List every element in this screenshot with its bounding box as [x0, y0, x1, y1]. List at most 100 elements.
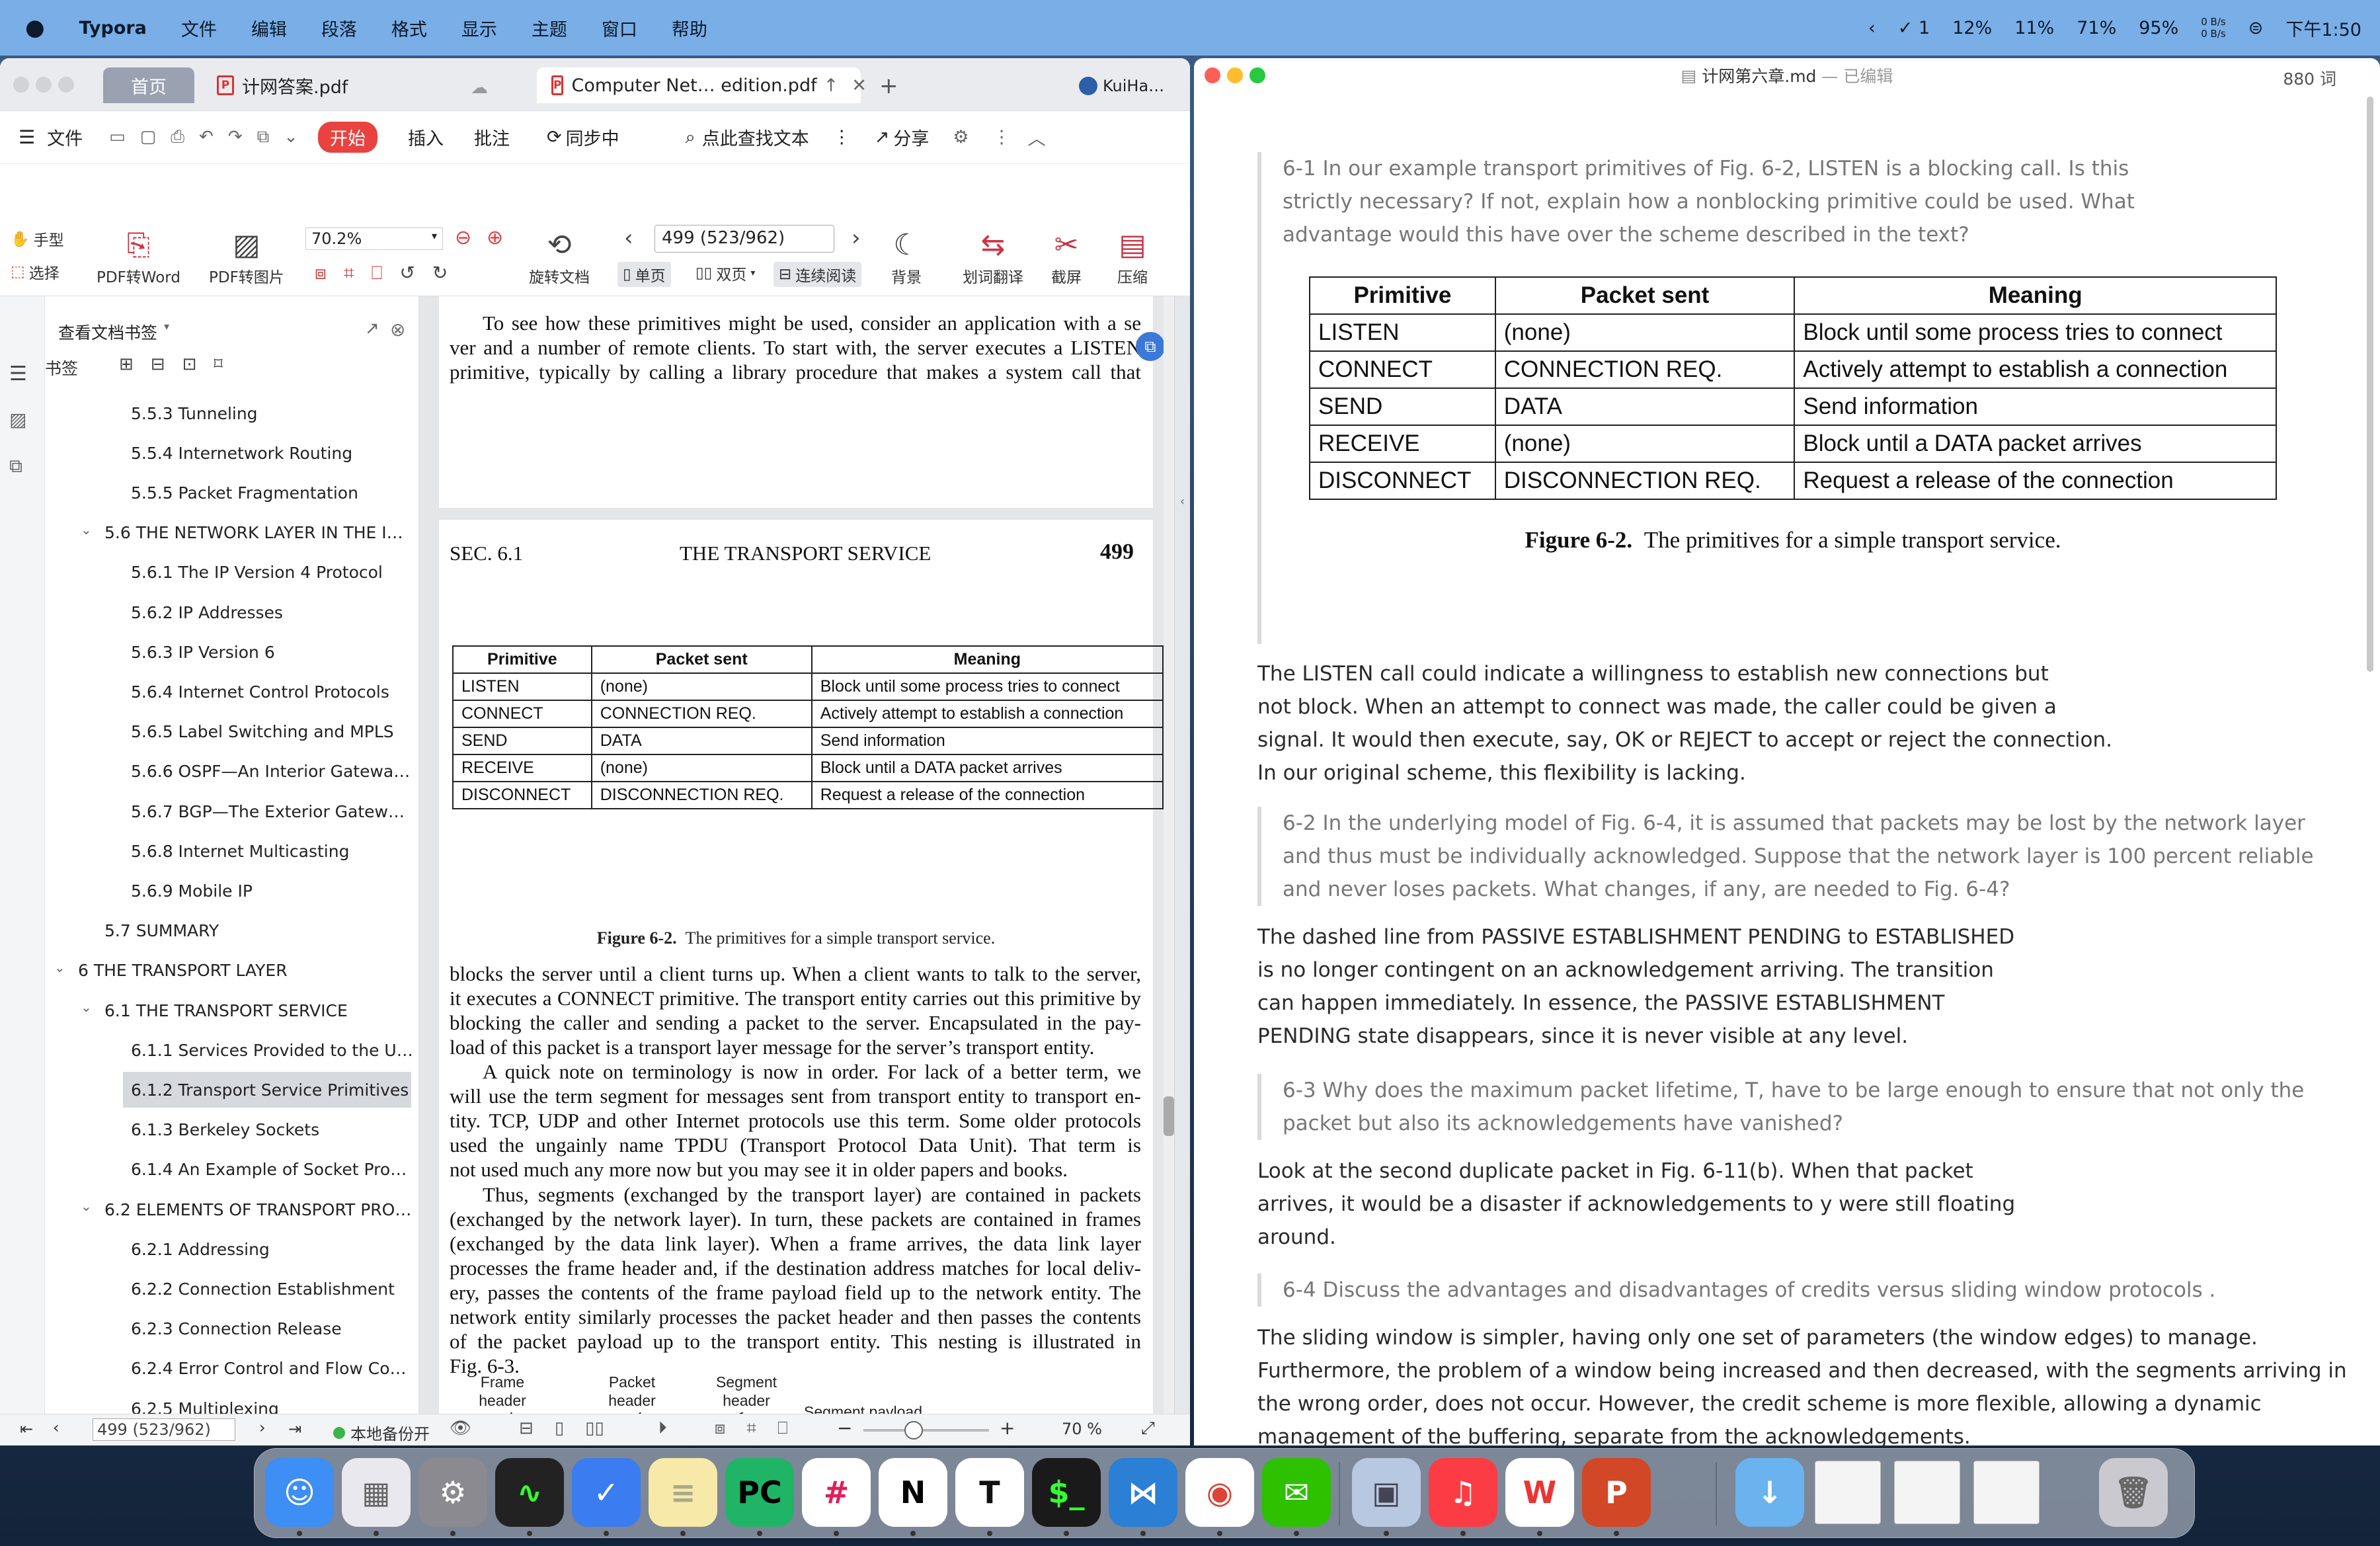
toc-item[interactable]: 5.6 THE NETWORK LAYER IN THE I… [97, 515, 411, 551]
menu-app-name[interactable]: Typora [79, 18, 147, 38]
fit-page-icon[interactable]: ⧈ [715, 1418, 726, 1439]
collapse-ribbon-icon[interactable]: ︿ [1028, 124, 1046, 150]
recent-document-thumbnail[interactable] [1894, 1461, 1960, 1524]
toc-item[interactable]: 6.2.3 Connection Release [123, 1311, 411, 1347]
thumbnail-panel-icon[interactable]: ▨ [9, 409, 26, 430]
double-view-icon[interactable]: ▯▯ [585, 1418, 604, 1439]
toc-item[interactable]: 5.6.9 Mobile IP [123, 873, 411, 909]
collapse-all-icon[interactable]: ⊟ [151, 354, 165, 374]
zoom-out-icon[interactable]: ⊖ [455, 226, 471, 249]
bookmark-panel-icon[interactable]: ☰ [9, 362, 27, 386]
close-window-button[interactable] [13, 77, 29, 93]
rotate-document-button[interactable]: ⟲ 旋转文档 [529, 226, 590, 287]
finder-icon[interactable]: ☺ [265, 1458, 334, 1527]
menu-view[interactable]: 显示 [461, 15, 497, 41]
continuous-reading-button[interactable]: ⊟ 连续阅读 [774, 262, 862, 287]
cloud-icon[interactable]: ☁ [471, 78, 488, 98]
battery-status[interactable]: 95% [2139, 18, 2178, 38]
toc-item[interactable]: 5.7 SUMMARY [97, 913, 411, 949]
music-icon[interactable]: ♫ [1429, 1458, 1497, 1527]
close-window-button[interactable] [1205, 67, 1220, 83]
close-sidebar-icon[interactable]: ⊗ [390, 319, 405, 341]
editor-scrollbar[interactable] [2367, 97, 2373, 672]
disk-status[interactable]: 71% [2077, 18, 2116, 38]
new-tab-button[interactable]: + [879, 73, 898, 99]
system-settings-icon[interactable]: ⚙ [418, 1458, 487, 1527]
todo-status[interactable]: ✓ 1 [1898, 18, 1930, 38]
hand-tool-button[interactable]: ✋ 手型 [11, 227, 64, 250]
upload-icon[interactable]: ↑ [824, 75, 839, 96]
toc-item[interactable]: 5.6.7 BGP—The Exterior Gatew… [123, 793, 411, 829]
toc-item[interactable]: 6 THE TRANSPORT LAYER [70, 953, 411, 989]
annotation-panel-icon[interactable]: ⧉ [9, 455, 22, 477]
apple-icon[interactable]: ● [25, 15, 45, 41]
activity-monitor-icon[interactable]: ∿ [495, 1458, 564, 1527]
toc-item[interactable]: 5.6.1 The IP Version 4 Protocol [123, 555, 411, 590]
slack-icon[interactable]: # [802, 1458, 871, 1527]
zoom-select[interactable]: 70.2% ▾ [305, 227, 443, 250]
toc-item[interactable]: 6.2.4 Error Control and Flow Co… [123, 1351, 411, 1387]
wechat-icon[interactable]: ✉ [1262, 1458, 1331, 1527]
translate-button[interactable]: ⇆ 划词翻译 [963, 226, 1023, 287]
toc-item[interactable]: 5.6.3 IP Version 6 [123, 634, 411, 670]
play-icon[interactable]: ⏵ [658, 1418, 667, 1439]
eye-icon[interactable]: 👁 [450, 1418, 471, 1439]
fullscreen-icon[interactable]: ⤢ [1141, 1418, 1155, 1439]
close-tab-icon[interactable]: ✕ [852, 75, 867, 96]
expand-all-icon[interactable]: ⊞ [119, 354, 134, 374]
bookmark-tab[interactable]: 书签 [45, 356, 78, 380]
notes-icon[interactable]: ≡ [649, 1458, 717, 1527]
chevron-down-icon[interactable]: ⌄ [81, 1198, 92, 1214]
toc-item[interactable]: 5.6.5 Label Switching and MPLS [123, 714, 411, 750]
word-count[interactable]: 880 词 [2283, 66, 2336, 90]
zoom-slider[interactable] [863, 1421, 989, 1440]
minimize-window-button[interactable] [1227, 67, 1243, 83]
cpu-status[interactable]: 12% [1952, 18, 1992, 38]
pdf-scrollbar[interactable] [1164, 296, 1174, 1414]
toc-item[interactable]: 6.2 ELEMENTS OF TRANSPORT PRO… [97, 1192, 411, 1227]
status-page-input[interactable]: 499 (523/962) [93, 1418, 235, 1441]
terminal-icon[interactable]: $_ [1032, 1458, 1101, 1527]
pdf-to-image-button[interactable]: ▨ PDF转图片 [209, 226, 284, 287]
quick-actions-icons[interactable]: ▭▢⎙↶↷⧉⌄ [109, 127, 313, 147]
pdf-to-word-button[interactable]: ⎘ PDF转Word [97, 226, 180, 287]
page-view-icon[interactable]: ⎕ [777, 1418, 788, 1439]
toc-item[interactable]: 6.1.1 Services Provided to the U… [123, 1032, 411, 1068]
network-speed[interactable]: 0 B/s 0 B/s [2201, 16, 2225, 40]
clock[interactable]: 下午1:50 [2285, 15, 2361, 41]
menu-format[interactable]: 格式 [391, 15, 427, 41]
tab-annotate[interactable]: 批注 [474, 124, 510, 150]
zoom-level[interactable]: 70 % [1062, 1420, 1102, 1438]
toc-item[interactable]: 6.1.4 An Example of Socket Pro… [123, 1152, 411, 1188]
zoom-in-icon[interactable]: ⊕ [487, 226, 503, 249]
chevron-down-icon[interactable]: ⌄ [81, 999, 92, 1015]
next-page-icon[interactable]: › [259, 1418, 266, 1437]
tab-answers-pdf[interactable]: P 计网答案.pdf [202, 67, 467, 103]
toc-item[interactable]: 6.2.5 Multiplexing [123, 1391, 411, 1414]
single-view-icon[interactable]: ▯ [555, 1418, 564, 1439]
menu-file-button[interactable]: 文件 [47, 124, 83, 150]
screenshot-button[interactable]: ✂ 截屏 [1051, 226, 1082, 287]
preview-icon[interactable]: ▣ [1352, 1458, 1421, 1527]
double-page-button[interactable]: ▯▯ 双页 ▾ [695, 262, 755, 284]
share-button[interactable]: ↗ 分享 [875, 124, 930, 150]
powerpoint-icon[interactable]: P [1582, 1458, 1651, 1527]
toc-item[interactable]: 6.1.3 Berkeley Sockets [123, 1112, 411, 1148]
toc-item[interactable]: 5.6.8 Internet Multicasting [123, 833, 411, 869]
crop-view-icon[interactable]: ⌗ [746, 1418, 756, 1439]
continuous-view-icon[interactable]: ⊟ [519, 1418, 534, 1439]
recent-document-thumbnail[interactable] [1973, 1461, 2040, 1524]
tab-start[interactable]: 开始 [317, 122, 377, 153]
settings-icon[interactable]: ⚙ [953, 127, 969, 147]
backup-status[interactable]: 本地备份开 [333, 1421, 430, 1444]
toc-item[interactable]: 5.6.4 Internet Control Protocols [123, 674, 411, 710]
compress-button[interactable]: ▤ 压缩 [1117, 226, 1148, 287]
ticktick-icon[interactable]: ✓ [572, 1458, 641, 1527]
typora-icon[interactable]: T [955, 1458, 1024, 1527]
chevron-down-icon[interactable]: ⌄ [81, 522, 92, 538]
vscode-icon[interactable]: ⋈ [1109, 1458, 1177, 1527]
page-number-input[interactable]: 499 (523/962) [654, 225, 834, 253]
page-icon[interactable]: ⎕ [372, 262, 383, 284]
bookmark-icon[interactable]: ⌑ [214, 354, 222, 374]
next-page-icon[interactable]: › [852, 225, 861, 251]
